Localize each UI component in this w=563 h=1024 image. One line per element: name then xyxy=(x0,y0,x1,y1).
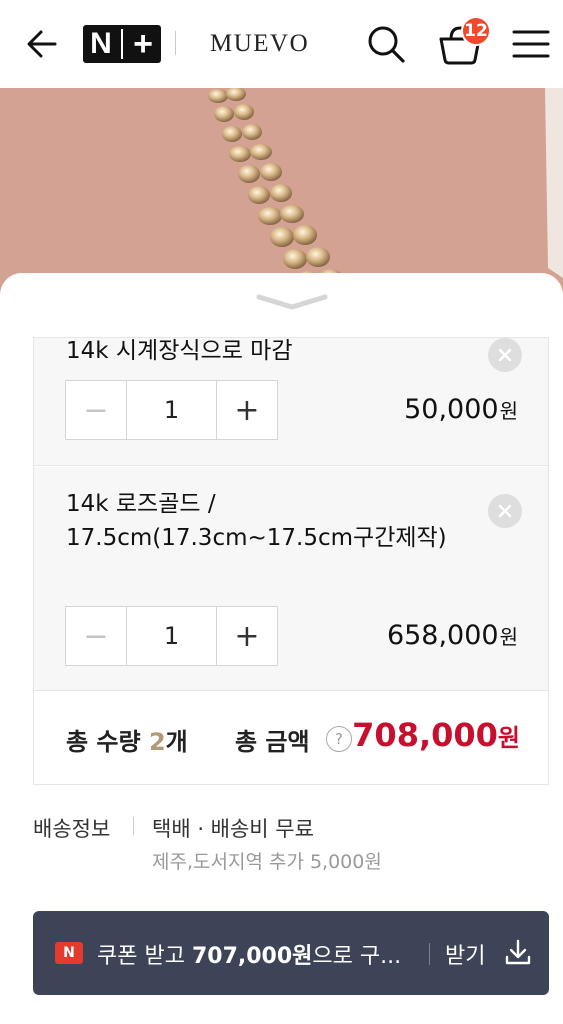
naver-n-badge: N xyxy=(55,942,83,964)
option-name: 14k 로즈골드 / 17.5cm(17.3cm~17.5cm구간제작) xyxy=(66,491,447,551)
option-price: 658,000원 xyxy=(386,620,518,651)
help-icon[interactable]: ? xyxy=(326,726,352,752)
decrease-quantity-button[interactable]: − xyxy=(66,381,127,439)
increase-quantity-button[interactable]: + xyxy=(216,607,277,665)
selected-option-row: 14k 시계장식으로 마감 − 1 + 50,000원 xyxy=(34,338,548,466)
store-brand-name[interactable]: MUEVO xyxy=(210,30,309,58)
arrow-left-icon xyxy=(27,30,57,58)
total-amount-label: 총 금액 xyxy=(235,728,310,756)
shipping-method: 택배 · 배송비 무료 xyxy=(152,817,314,841)
order-total-row: 총 수량 2개 총 금액 ? 708,000원 xyxy=(34,692,548,784)
collapse-sheet-button[interactable] xyxy=(255,291,329,313)
nplus-logo[interactable]: N + xyxy=(83,25,161,63)
coupon-text: 쿠폰 받고 707,000원으로 구... xyxy=(97,944,402,969)
quantity-stepper: − 1 + xyxy=(65,380,278,440)
quantity-value[interactable]: 1 xyxy=(127,607,216,665)
shipping-info: 배송정보 택배 · 배송비 무료 xyxy=(33,813,314,843)
purchase-bottom-sheet: 14k 시계장식으로 마감 − 1 + 50,000원 14k 로즈골드 / 1… xyxy=(0,273,563,1024)
remove-option-button[interactable] xyxy=(488,494,522,528)
shipping-extra-fee: 제주,도서지역 추가 5,000원 xyxy=(152,851,382,873)
remove-option-button[interactable] xyxy=(488,338,522,372)
option-name: 14k 시계장식으로 마감 xyxy=(66,338,293,364)
download-icon xyxy=(505,939,531,965)
shipping-label: 배송정보 xyxy=(33,817,111,841)
logo-plus: + xyxy=(133,25,153,63)
search-button[interactable] xyxy=(364,22,408,66)
decrease-quantity-button[interactable]: − xyxy=(66,607,127,665)
top-header: N + MUEVO 12 xyxy=(0,0,563,88)
selected-options-box: 14k 시계장식으로 마감 − 1 + 50,000원 14k 로즈골드 / 1… xyxy=(33,337,549,785)
logo-n: N xyxy=(90,27,112,60)
quantity-value[interactable]: 1 xyxy=(127,381,216,439)
total-amount: 708,000원 xyxy=(352,716,520,754)
product-image xyxy=(0,88,563,298)
total-quantity: 총 수량 2개 xyxy=(66,728,188,756)
receive-coupon-label: 받기 xyxy=(445,944,486,969)
cart-count-badge: 12 xyxy=(461,16,491,46)
back-button[interactable] xyxy=(22,24,62,64)
hamburger-menu-icon xyxy=(512,30,550,58)
quantity-stepper: − 1 + xyxy=(65,606,278,666)
menu-button[interactable] xyxy=(511,26,551,62)
close-icon xyxy=(498,504,512,518)
search-icon xyxy=(368,26,405,63)
chevron-down-icon xyxy=(256,294,328,310)
selected-option-row: 14k 로즈골드 / 17.5cm(17.3cm~17.5cm구간제작) − 1… xyxy=(34,467,548,691)
increase-quantity-button[interactable]: + xyxy=(216,381,277,439)
coupon-banner-button[interactable]: N 쿠폰 받고 707,000원으로 구... 받기 xyxy=(33,911,549,995)
close-icon xyxy=(498,348,512,362)
option-price: 50,000원 xyxy=(404,394,518,425)
